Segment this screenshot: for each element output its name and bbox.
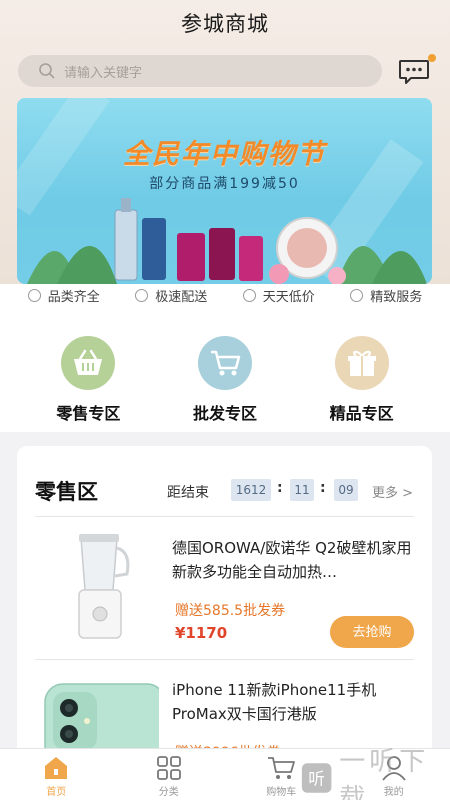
search-bar[interactable]: 请输入关键字 <box>18 55 382 87</box>
product-price: ¥1170 <box>175 624 228 642</box>
more-link[interactable]: 更多 > <box>372 482 413 501</box>
gift-icon <box>334 336 389 390</box>
countdown-hours: 1612 <box>231 479 271 501</box>
feature-strip: 品类齐全 极速配送 天天低价 精致服务 <box>0 284 450 306</box>
section-title: 零售区 <box>35 480 98 504</box>
zone-wholesale[interactable]: 批发专区 <box>170 306 280 432</box>
tab-category[interactable]: 分类 <box>113 749 226 800</box>
cart-icon <box>268 757 296 779</box>
notification-dot <box>428 54 436 62</box>
product-name: iPhone 11新款iPhone11手机ProMax双卡国行港版 <box>172 681 377 723</box>
search-placeholder: 请输入关键字 <box>64 65 143 81</box>
grid-icon <box>156 756 181 780</box>
divider <box>35 516 414 517</box>
zone-retail[interactable]: 零售专区 <box>33 306 143 432</box>
promo-banner[interactable]: 全民年中购物节 部分商品满199减50 <box>17 98 432 284</box>
product-gift: 赠送585.5批发券 <box>175 603 286 619</box>
zone-label: 批发专区 <box>192 404 257 423</box>
circle-icon <box>135 288 149 302</box>
feature-item: 天天低价 <box>242 286 315 305</box>
watermark-text: 一听下载 <box>339 746 430 800</box>
countdown-minutes: 11 <box>290 479 314 501</box>
svg-text:听: 听 <box>308 769 325 788</box>
page-title: 参城商城 <box>181 12 269 36</box>
feature-item: 极速配送 <box>135 286 207 305</box>
message-button[interactable] <box>398 54 436 86</box>
buy-button[interactable]: 去抢购 <box>330 616 414 648</box>
search-icon <box>39 63 55 79</box>
basket-icon <box>61 336 116 390</box>
circle-icon <box>27 288 41 302</box>
banner-subtitle: 部分商品满199减50 <box>149 176 300 192</box>
circle-icon <box>242 288 256 302</box>
message-icon <box>399 60 429 84</box>
watermark-logo-icon: 听 <box>301 762 332 793</box>
feature-item: 品类齐全 <box>27 286 100 305</box>
zone-label: 精品专区 <box>329 404 394 423</box>
home-icon <box>45 757 68 779</box>
product-name: 德国OROWA/欧诺华 Q2破壁机家用新款多功能全自动加热… <box>172 539 412 581</box>
countdown-separator: : <box>277 480 283 496</box>
banner-title: 全民年中购物节 <box>123 139 326 170</box>
retail-section: 零售区 距结束 1612 : 11 : 09 更多 > 德国OROWA/欧诺华 … <box>17 446 432 766</box>
cart-icon <box>197 336 252 390</box>
countdown-label: 距结束 <box>167 485 209 501</box>
watermark: 听 一听下载 <box>300 747 450 800</box>
circle-icon <box>350 288 364 302</box>
blender-image <box>78 534 130 639</box>
countdown-seconds: 09 <box>334 479 358 501</box>
product-item[interactable]: 德国OROWA/欧诺华 Q2破壁机家用新款多功能全自动加热… 赠送585.5批发… <box>17 518 432 660</box>
zone-label: 零售专区 <box>56 404 121 423</box>
countdown-separator: : <box>320 480 326 496</box>
feature-item: 精致服务 <box>350 286 422 305</box>
tab-home[interactable]: 首页 <box>0 749 113 800</box>
zone-premium[interactable]: 精品专区 <box>307 306 417 432</box>
app-header: 参城商城 <box>0 0 450 48</box>
section-header: 零售区 距结束 1612 : 11 : 09 更多 > <box>17 446 432 516</box>
zone-nav: 零售专区 批发专区 精品专区 <box>0 306 450 432</box>
